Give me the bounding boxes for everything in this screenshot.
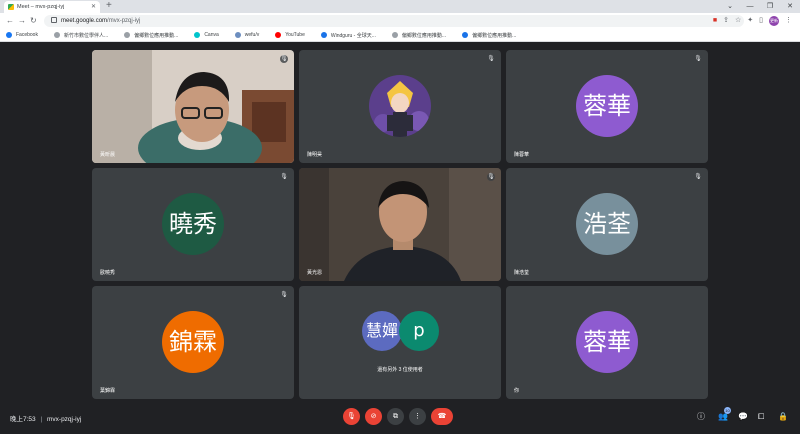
participant-name: 陳明昊 [307, 152, 323, 158]
participant-avatar: 浩荃 [576, 193, 638, 255]
bookmark-item[interactable]: 偏鄉數位應用推動... [124, 32, 178, 39]
star-icon[interactable]: ☆ [735, 16, 741, 26]
present-button[interactable]: ⧉ [387, 408, 404, 425]
back-icon[interactable]: ← [6, 16, 14, 26]
browser-tab[interactable]: Meet – mvx-pzqj-iyj ✕ [4, 1, 100, 13]
participant-avatar: p [399, 311, 439, 351]
mic-off-icon: 🎙 [280, 55, 288, 63]
participant-avatar: 錦霖 [162, 311, 224, 373]
close-tab-icon[interactable]: ✕ [91, 3, 96, 10]
forward-icon[interactable]: → [18, 16, 26, 26]
activities-icon[interactable]: ⧠ [758, 412, 764, 422]
participant-name: 歐曉秀 [100, 270, 116, 276]
menu-icon[interactable]: ⋮ [785, 16, 792, 26]
new-tab-button[interactable]: + [106, 0, 112, 12]
participant-name: 陳浩荃 [514, 270, 530, 276]
address-toolbar: ← → ↻ meet.google.com/mvx-pzqj-iyj ■ ⇪ ☆… [0, 13, 800, 29]
bookmark-item[interactable]: 新竹市數位學伴人... [53, 32, 108, 39]
meeting-time: 晚上7:53 [10, 416, 36, 423]
minimize-button[interactable]: — [740, 0, 760, 13]
participant-tile[interactable]: 錦霖 🎙 葉錦霖 [92, 286, 294, 399]
mic-toggle-button[interactable]: 🎙 [343, 408, 360, 425]
info-icon[interactable]: ⓘ [697, 412, 705, 422]
facebook-icon [6, 32, 12, 38]
self-tile[interactable]: 蓉華 你 [506, 286, 708, 399]
address-bar[interactable]: meet.google.com/mvx-pzqj-iyj [44, 15, 744, 27]
participant-video [299, 168, 501, 281]
mic-off-icon: 🎙 [280, 174, 288, 180]
participant-name: 你 [514, 388, 520, 394]
participant-count-badge: 10 [724, 407, 731, 414]
youtube-icon [275, 32, 282, 38]
camera-toggle-button[interactable]: ⊘ [365, 408, 382, 425]
mic-off-icon: 🎙 [487, 56, 495, 62]
others-count-label: 還有另外 3 位使用者 [377, 367, 423, 373]
profile-photo [369, 75, 431, 137]
extensions-icon[interactable]: ✦ [747, 16, 753, 26]
more-options-button[interactable]: ⋮ [409, 408, 426, 425]
bookmark-canva[interactable]: Canva [194, 32, 219, 38]
participant-video [92, 50, 294, 163]
restore-button[interactable]: ❐ [760, 0, 780, 13]
host-controls-icon[interactable]: 🔒 [778, 412, 788, 422]
participant-tile[interactable]: 🎙 陳明昊 [299, 50, 501, 163]
meeting-code: mvx-pzqj-iyj [46, 416, 82, 423]
browser-tab-bar: Meet – mvx-pzqj-iyj ✕ + ⌄ — ❐ ✕ [0, 0, 800, 13]
profile-avatar[interactable]: 更新 [769, 16, 779, 26]
wefu-icon [234, 32, 241, 38]
participant-tile[interactable]: 曉秀 🎙 歐曉秀 [92, 168, 294, 281]
globe-icon [53, 32, 60, 38]
bookmark-youtube[interactable]: YouTube [275, 32, 305, 38]
bookmark-item[interactable]: 偏鄉數位應用推動... [462, 32, 516, 39]
sidebar-icon[interactable]: ▯ [759, 16, 763, 26]
canva-icon [194, 32, 201, 38]
mic-off-icon: 🎙 [280, 292, 288, 298]
bookmark-windguru[interactable]: Windguru - 全球天... [320, 32, 376, 39]
globe-icon [391, 32, 398, 38]
meeting-info: 晚上7:53 | mvx-pzqj-iyj [10, 413, 81, 423]
bookmark-item[interactable]: 偏鄉數位應用推動... [391, 32, 446, 39]
participant-tile[interactable]: 蓉華 🎙 陳蓉華 [506, 50, 708, 163]
participant-name: 黃昕晨 [100, 152, 116, 158]
participant-avatar: 慧嬋 [362, 311, 402, 351]
globe-icon [462, 32, 469, 38]
participant-name: 葉錦霖 [100, 388, 116, 394]
leave-call-button[interactable]: ☎ [431, 408, 453, 425]
tab-title: Meet – mvx-pzqj-iyj [17, 4, 65, 10]
mic-off-icon: 🎙 [487, 173, 495, 181]
camera-blocked-icon[interactable]: ■ [713, 16, 717, 26]
bookmark-wefu[interactable]: wefu/v [234, 32, 259, 38]
windguru-icon [320, 32, 327, 38]
mic-off-icon: 🎙 [694, 174, 702, 180]
chat-icon[interactable]: 💬 [738, 412, 748, 422]
url-host: meet.google.com [61, 18, 108, 24]
participant-name: 陳蓉華 [514, 152, 530, 158]
lock-icon[interactable] [51, 17, 57, 24]
participant-avatar: 蓉華 [576, 75, 638, 137]
url-path: /mvx-pzqj-iyj [107, 18, 141, 24]
participant-tile-video[interactable]: 🎙 黃光恩 [299, 168, 501, 281]
window-controls: ⌄ — ❐ ✕ [720, 0, 800, 13]
meet-favicon-icon [8, 4, 14, 10]
participant-name: 黃光恩 [307, 270, 323, 276]
participant-tile-video[interactable]: 🎙 黃昕晨 [92, 50, 294, 163]
participant-avatar: 曉秀 [162, 193, 224, 255]
separator: | [40, 416, 43, 423]
bookmarks-bar: Facebook 新竹市數位學伴人... 偏鄉數位應用推動... Canva w… [0, 29, 800, 42]
toolbar-right: ■ ⇪ ☆ ✦ ▯ 更新 ⋮ [713, 16, 792, 26]
bookmark-facebook[interactable]: Facebook [6, 32, 38, 38]
close-window-button[interactable]: ✕ [780, 0, 800, 13]
share-icon[interactable]: ⇪ [723, 16, 729, 26]
participant-avatar: 蓉華 [576, 311, 638, 373]
participant-tile[interactable]: 浩荃 🎙 陳浩荃 [506, 168, 708, 281]
mic-off-icon: 🎙 [694, 56, 702, 62]
others-tile[interactable]: 慧嬋 p 還有另外 3 位使用者 [299, 286, 501, 399]
globe-icon [124, 32, 131, 38]
tab-search-icon[interactable]: ⌄ [720, 0, 740, 13]
reload-icon[interactable]: ↻ [30, 16, 37, 26]
meeting-control-bar: 晚上7:53 | mvx-pzqj-iyj 🎙 ⊘ ⧉ ⋮ ☎ ⓘ 👥 10 💬… [0, 404, 800, 434]
